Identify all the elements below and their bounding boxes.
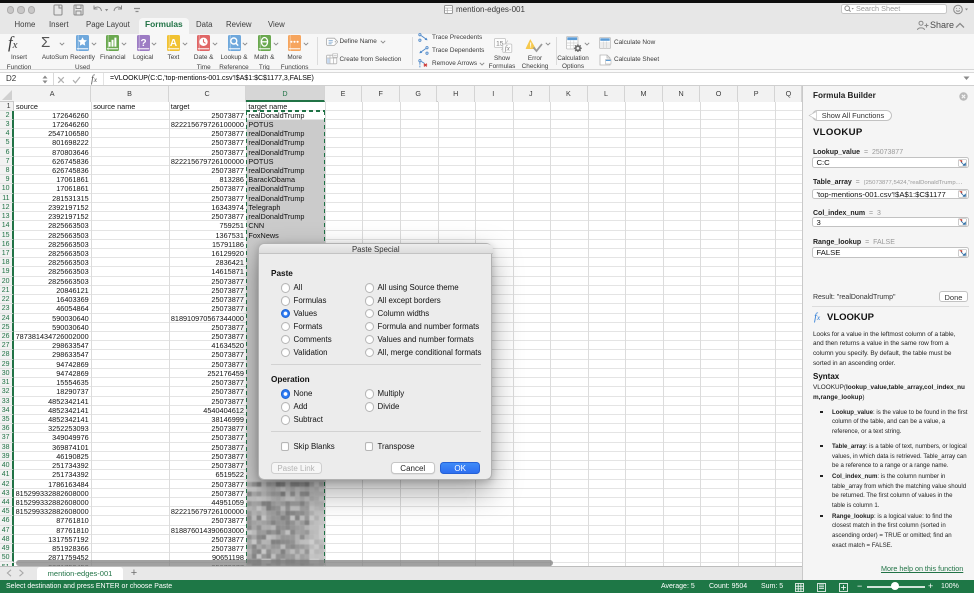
svg-text:fx: fx [505, 45, 511, 53]
svg-text:!: ! [530, 42, 532, 49]
svg-text:A: A [170, 38, 177, 49]
svg-text:?: ? [140, 38, 146, 49]
